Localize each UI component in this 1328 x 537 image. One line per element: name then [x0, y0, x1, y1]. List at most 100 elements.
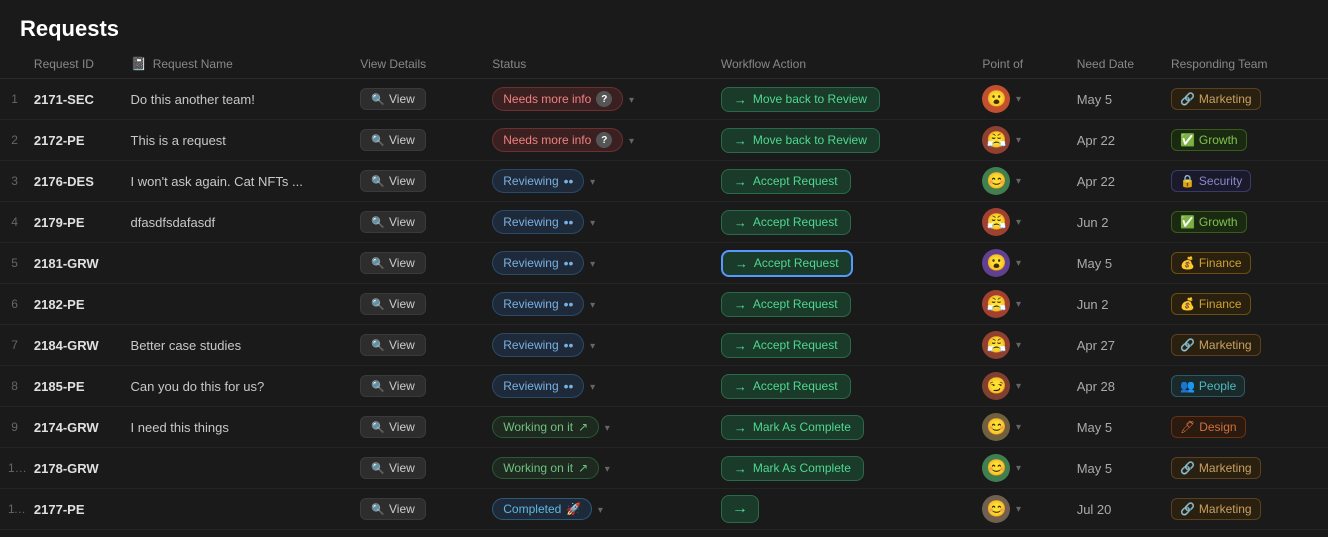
row-number: 9: [0, 407, 26, 448]
col-header-num: [0, 50, 26, 79]
workflow-cell: →: [713, 489, 975, 530]
avatar-chevron[interactable]: ▾: [1016, 381, 1021, 392]
status-chevron[interactable]: ▾: [590, 341, 595, 352]
status-label: Needs more info: [503, 133, 591, 147]
status-label: Needs more info: [503, 92, 591, 106]
table-row: 10 2178-GRW 🔍 View Working on it ↗ ▾ →Ma…: [0, 448, 1328, 489]
search-icon: 🔍: [371, 421, 385, 434]
workflow-button[interactable]: →Move back to Review: [721, 128, 880, 153]
request-name: I need this things: [123, 407, 353, 448]
status-label: Completed: [503, 502, 561, 516]
status-chevron[interactable]: ▾: [590, 218, 595, 229]
row-number: 3: [0, 161, 26, 202]
status-badge: Reviewing ••: [492, 251, 584, 275]
team-label: Marketing: [1199, 502, 1252, 516]
workflow-button[interactable]: →Accept Request: [721, 169, 851, 194]
view-button[interactable]: 🔍 View: [360, 88, 426, 110]
workflow-button[interactable]: →Accept Request: [721, 333, 851, 358]
status-cell: Reviewing •• ▾: [484, 325, 694, 366]
status-chevron[interactable]: ▾: [629, 95, 634, 106]
status-cell: Working on it ↗ ▾: [484, 407, 694, 448]
status-chevron[interactable]: ▾: [605, 464, 610, 475]
team-icon: 💰: [1180, 297, 1195, 311]
request-name: [123, 243, 353, 284]
team-icon: 🔗: [1180, 502, 1195, 516]
workflow-button[interactable]: →Accept Request: [721, 210, 851, 235]
reviewing-dots: ••: [564, 337, 574, 353]
search-icon: 🔍: [371, 339, 385, 352]
workflow-button[interactable]: →Mark As Complete: [721, 456, 864, 481]
search-icon: 🔍: [371, 298, 385, 311]
avatar-chevron[interactable]: ▾: [1016, 463, 1021, 474]
request-name: This is a request: [123, 120, 353, 161]
status-chevron[interactable]: ▾: [590, 177, 595, 188]
team-badge: 🔒 Security: [1171, 170, 1251, 192]
status-chevron[interactable]: ▾: [598, 505, 603, 516]
col-header-reqname: 📓 Request Name: [123, 50, 353, 79]
workflow-button[interactable]: →Accept Request: [721, 250, 853, 277]
team-label: Growth: [1199, 215, 1238, 229]
team-label: Growth: [1199, 133, 1238, 147]
spacer-cell: [694, 489, 713, 530]
col-header-needdate: Need Date: [1069, 50, 1163, 79]
avatar-chevron[interactable]: ▾: [1016, 504, 1021, 515]
notebook-icon: 📓: [131, 56, 147, 72]
view-button[interactable]: 🔍 View: [360, 293, 426, 315]
workflow-button[interactable]: →: [721, 495, 759, 523]
avatar-chevron[interactable]: ▾: [1016, 299, 1021, 310]
view-button[interactable]: 🔍 View: [360, 170, 426, 192]
workflow-button[interactable]: →Mark As Complete: [721, 415, 864, 440]
need-date-cell: May 5: [1069, 448, 1163, 489]
table-row: 3 2176-DES I won't ask again. Cat NFTs .…: [0, 161, 1328, 202]
col-header-pointof: Point of: [974, 50, 1068, 79]
need-date-cell: May 5: [1069, 243, 1163, 284]
team-label: Marketing: [1199, 338, 1252, 352]
team-icon: 🔗: [1180, 461, 1195, 475]
team-badge: 🔗 Marketing: [1171, 88, 1261, 110]
reviewing-dots: ••: [564, 214, 574, 230]
team-label: Finance: [1199, 256, 1242, 270]
workflow-button[interactable]: →Accept Request: [721, 374, 851, 399]
team-icon: 👥: [1180, 379, 1195, 393]
avatar: 😤: [982, 208, 1010, 236]
view-button[interactable]: 🔍 View: [360, 252, 426, 274]
view-button[interactable]: 🔍 View: [360, 211, 426, 233]
status-cell: Working on it ↗ ▾: [484, 448, 694, 489]
team-cell: 🔗 Marketing: [1163, 448, 1328, 489]
view-button[interactable]: 🔍 View: [360, 129, 426, 151]
workflow-button[interactable]: →Accept Request: [721, 292, 851, 317]
avatar-chevron[interactable]: ▾: [1016, 340, 1021, 351]
view-button[interactable]: 🔍 View: [360, 375, 426, 397]
point-of-cell: 😊 ▾: [974, 161, 1068, 202]
avatar-chevron[interactable]: ▾: [1016, 135, 1021, 146]
workflow-button[interactable]: →Move back to Review: [721, 87, 880, 112]
col-header-reqid: Request ID: [26, 50, 123, 79]
view-button[interactable]: 🔍 View: [360, 416, 426, 438]
avatar-chevron[interactable]: ▾: [1016, 217, 1021, 228]
team-badge: 🔗 Marketing: [1171, 498, 1261, 520]
status-chevron[interactable]: ▾: [590, 300, 595, 311]
status-cell: Needs more info ? ▾: [484, 79, 694, 120]
status-chevron[interactable]: ▾: [629, 136, 634, 147]
status-badge: Reviewing ••: [492, 333, 584, 357]
point-of-cell: 😤 ▾: [974, 325, 1068, 366]
avatar: 😊: [982, 167, 1010, 195]
avatar-chevron[interactable]: ▾: [1016, 422, 1021, 433]
avatar-chevron[interactable]: ▾: [1016, 176, 1021, 187]
table-row: 6 2182-PE 🔍 View Reviewing •• ▾ →Accept …: [0, 284, 1328, 325]
team-badge: 💰 Finance: [1171, 252, 1251, 274]
avatar-chevron[interactable]: ▾: [1016, 94, 1021, 105]
workflow-cell: →Accept Request: [713, 161, 975, 202]
status-chevron[interactable]: ▾: [605, 423, 610, 434]
view-button[interactable]: 🔍 View: [360, 457, 426, 479]
view-details-cell: 🔍 View: [352, 202, 484, 243]
status-chevron[interactable]: ▾: [590, 382, 595, 393]
view-button[interactable]: 🔍 View: [360, 498, 426, 520]
status-badge: Reviewing ••: [492, 292, 584, 316]
point-of-cell: 😤 ▾: [974, 202, 1068, 243]
status-chevron[interactable]: ▾: [590, 259, 595, 270]
view-button[interactable]: 🔍 View: [360, 334, 426, 356]
status-cell: Reviewing •• ▾: [484, 202, 694, 243]
avatar-chevron[interactable]: ▾: [1016, 258, 1021, 269]
point-of-cell: 😮 ▾: [974, 79, 1068, 120]
